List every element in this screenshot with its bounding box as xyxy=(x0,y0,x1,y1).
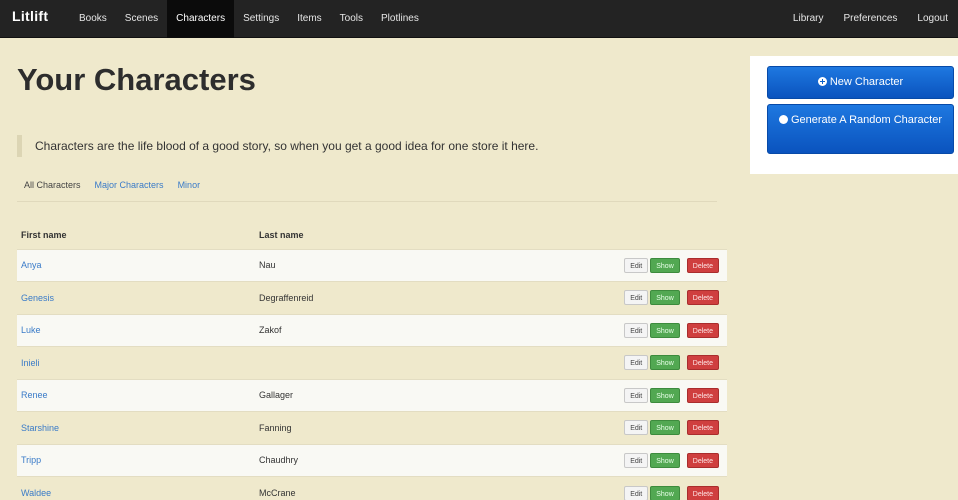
row-actions: Edit Show Delete xyxy=(595,346,727,379)
edit-button[interactable]: Edit xyxy=(624,485,649,500)
first-name-link[interactable]: Inieli xyxy=(17,346,255,379)
show-button[interactable]: Show xyxy=(650,452,680,468)
first-name-link[interactable]: Genesis xyxy=(17,281,255,314)
show-button[interactable]: Show xyxy=(650,257,680,273)
character-tabs: All Characters Major Characters Minor xyxy=(17,174,717,202)
nav-scenes[interactable]: Scenes xyxy=(116,0,167,38)
last-name-cell: Fanning xyxy=(255,411,595,444)
show-button[interactable]: Show xyxy=(650,420,680,436)
last-name-cell: Chaudhry xyxy=(255,443,595,477)
row-actions: Edit Show Delete xyxy=(595,248,727,282)
show-button[interactable]: Show xyxy=(650,485,680,500)
table-row: Tripp Chaudhry Edit Show Delete xyxy=(17,443,727,477)
show-button[interactable]: Show xyxy=(650,290,680,306)
row-actions: Edit Show Delete xyxy=(595,378,727,412)
first-name-link[interactable]: Anya xyxy=(17,248,255,282)
page-lead: Characters are the life blood of a good … xyxy=(17,135,717,157)
table-row: Inieli Edit Show Delete xyxy=(17,346,727,379)
row-actions: Edit Show Delete xyxy=(595,411,727,444)
circle-icon xyxy=(778,115,788,124)
plus-circle-icon xyxy=(817,77,827,86)
header-actions xyxy=(595,222,727,249)
show-button[interactable]: Show xyxy=(650,355,680,371)
delete-button[interactable]: Delete xyxy=(686,355,719,371)
last-name-cell: Degraffenreid xyxy=(255,281,595,314)
row-actions: Edit Show Delete xyxy=(595,281,727,314)
nav-settings[interactable]: Settings xyxy=(234,0,288,38)
delete-button[interactable]: Delete xyxy=(686,322,719,338)
table-row: Anya Nau Edit Show Delete xyxy=(17,248,727,282)
last-name-cell: Nau xyxy=(255,248,595,282)
nav-books[interactable]: Books xyxy=(70,0,116,38)
row-actions: Edit Show Delete xyxy=(595,443,727,477)
header-first-name: First name xyxy=(21,230,67,241)
nav-library[interactable]: Library xyxy=(783,0,834,38)
delete-button[interactable]: Delete xyxy=(686,387,719,403)
edit-button[interactable]: Edit xyxy=(624,420,649,436)
table-row: Waldee McCrane Edit Show Delete xyxy=(17,476,727,500)
last-name-cell: Zakof xyxy=(255,313,595,347)
last-name-cell xyxy=(255,346,595,379)
edit-button[interactable]: Edit xyxy=(624,322,649,338)
first-name-link[interactable]: Renee xyxy=(17,378,255,412)
show-button[interactable]: Show xyxy=(650,387,680,403)
nav-items[interactable]: Items xyxy=(288,0,330,38)
nav-preferences[interactable]: Preferences xyxy=(833,0,907,38)
new-character-button[interactable]: New Character xyxy=(767,66,954,99)
show-button[interactable]: Show xyxy=(650,322,680,338)
characters-table: First name Last name Anya Nau Edit Show Dele… xyxy=(17,222,727,500)
top-navbar: Litlift Books Scenes Characters Settings… xyxy=(0,0,958,38)
delete-button[interactable]: Delete xyxy=(686,485,719,500)
first-name-link[interactable]: Luke xyxy=(17,313,255,347)
delete-button[interactable]: Delete xyxy=(686,257,719,273)
table-row: Genesis Degraffenreid Edit Show Delete xyxy=(17,281,727,314)
table-row: Renee Gallager Edit Show Delete xyxy=(17,378,727,412)
edit-button[interactable]: Edit xyxy=(624,257,649,273)
nav-characters[interactable]: Characters xyxy=(167,0,235,38)
random-character-button[interactable]: Generate A Random Character xyxy=(767,104,954,154)
random-character-label: Generate A Random Character xyxy=(790,114,943,126)
last-name-cell: Gallager xyxy=(255,378,595,412)
edit-button[interactable]: Edit xyxy=(624,452,649,468)
page-title: Your Characters xyxy=(17,62,256,97)
edit-button[interactable]: Edit xyxy=(624,290,649,306)
nav-left: Books Scenes Characters Settings Items T… xyxy=(70,0,428,38)
row-actions: Edit Show Delete xyxy=(595,313,727,347)
table-row: Starshine Fanning Edit Show Delete xyxy=(17,411,727,444)
last-name-cell: McCrane xyxy=(255,476,595,500)
first-name-link[interactable]: Tripp xyxy=(17,443,255,477)
delete-button[interactable]: Delete xyxy=(686,420,719,436)
first-name-link[interactable]: Starshine xyxy=(17,411,255,444)
table-header-row: First name Last name xyxy=(17,222,727,249)
brand-logo[interactable]: Litlift xyxy=(12,8,48,24)
tab-minor[interactable]: Minor xyxy=(171,174,208,201)
new-character-label: New Character xyxy=(829,76,904,88)
nav-tools[interactable]: Tools xyxy=(331,0,372,38)
nav-plotlines[interactable]: Plotlines xyxy=(372,0,428,38)
table-row: Luke Zakof Edit Show Delete xyxy=(17,313,727,347)
header-last-name: Last name xyxy=(259,230,304,241)
delete-button[interactable]: Delete xyxy=(686,290,719,306)
tab-all-characters[interactable]: All Characters xyxy=(17,174,88,201)
tab-major-characters[interactable]: Major Characters xyxy=(88,174,171,201)
edit-button[interactable]: Edit xyxy=(624,355,649,371)
nav-right: Library Preferences Logout xyxy=(783,0,958,38)
nav-logout[interactable]: Logout xyxy=(907,0,958,38)
first-name-link[interactable]: Waldee xyxy=(17,476,255,500)
row-actions: Edit Show Delete xyxy=(595,476,727,500)
delete-button[interactable]: Delete xyxy=(686,452,719,468)
side-panel: New Character Generate A Random Characte… xyxy=(750,56,958,174)
edit-button[interactable]: Edit xyxy=(624,387,649,403)
